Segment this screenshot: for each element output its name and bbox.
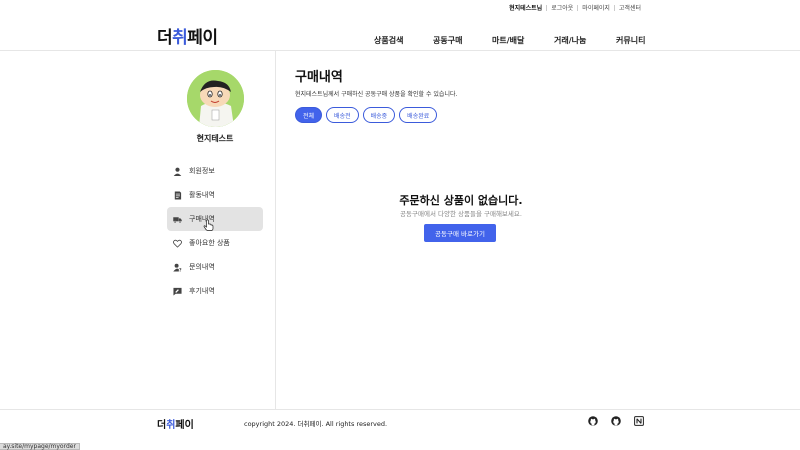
logo-text: 페이 (175, 420, 194, 431)
svg-text:?: ? (179, 267, 182, 271)
footer-divider (0, 409, 800, 410)
document-icon (173, 190, 182, 200)
filter-shipping-button[interactable]: 배송중 (362, 107, 396, 123)
sidebar-item-activity[interactable]: 활동내역 (167, 183, 263, 207)
review-icon (173, 287, 182, 296)
empty-state-subtitle: 공동구매에서 다양한 상품들을 구매해보세요. (400, 210, 522, 218)
sidebar-item-label: 후기내역 (189, 287, 215, 295)
nav-item-mart-delivery[interactable]: 마트/배달 (492, 35, 524, 46)
sidebar-item-label: 좋아요한 상품 (189, 239, 230, 247)
page-title: 구매내역 (295, 70, 343, 85)
go-to-group-buy-button[interactable]: 공동구매 바로가기 (424, 224, 496, 242)
profile-name: 현지테스트 (196, 134, 234, 143)
main-nav: 상품검색 공동구매 마트/배달 거래/나눔 커뮤니티 (0, 35, 800, 47)
heart-icon (173, 239, 182, 248)
empty-state-title: 주문하신 상품이 없습니다. (399, 194, 523, 207)
status-bar-url: ay.site/mypage/myorder (0, 443, 80, 450)
sidebar-item-inquiries[interactable]: ? 문의내역 (167, 255, 263, 279)
sidebar-item-purchase-history[interactable]: 구매내역 (167, 207, 263, 231)
user-greeting: 현지테스트님 (509, 5, 543, 12)
truck-icon (173, 215, 182, 224)
footer-links (588, 416, 644, 426)
github-icon[interactable] (588, 416, 598, 426)
sidebar-item-label: 회원정보 (189, 167, 215, 175)
github-icon[interactable] (611, 416, 621, 426)
sidebar-item-reviews[interactable]: 후기내역 (167, 279, 263, 303)
sidebar-item-liked-products[interactable]: 좋아요한 상품 (167, 231, 263, 255)
sidebar-item-label: 활동내역 (189, 191, 215, 199)
order-status-filters: 전체 배송전 배송중 배송완료 (295, 107, 438, 123)
utility-bar: 현지테스트님 로그아웃 마이페이지 고객센터 (505, 3, 645, 12)
nav-item-product-search[interactable]: 상품검색 (374, 35, 403, 46)
sidebar-menu: 회원정보 활동내역 구매내역 좋아요한 상품 ? 문의내역 후기내역 (167, 159, 263, 303)
sidebar-divider (275, 51, 276, 410)
mypage-link[interactable]: 마이페이지 (578, 3, 614, 12)
nav-item-group-buy[interactable]: 공동구매 (433, 35, 462, 46)
user-icon (173, 167, 182, 176)
logout-link[interactable]: 로그아웃 (547, 3, 577, 12)
avatar[interactable] (187, 70, 244, 127)
footer-logo[interactable]: 더취페이 (157, 416, 194, 431)
person-question-icon: ? (173, 263, 182, 272)
nav-item-community[interactable]: 커뮤니티 (616, 35, 645, 46)
customer-center-link[interactable]: 고객센터 (615, 3, 645, 12)
nav-item-trade-share[interactable]: 거래/나눔 (554, 35, 586, 46)
filter-delivered-button[interactable]: 배송완료 (399, 107, 438, 123)
sidebar-item-member-info[interactable]: 회원정보 (167, 159, 263, 183)
logo-text: 더 (157, 420, 167, 431)
avatar-image (187, 70, 244, 127)
sidebar-item-label: 문의내역 (189, 263, 215, 271)
filter-all-button[interactable]: 전체 (295, 107, 323, 123)
copyright-text: copyright 2024. 더취페이. All rights reserve… (244, 420, 388, 428)
header-divider (0, 50, 800, 51)
page-description: 현지테스트님께서 구매하신 공동구매 상품을 확인할 수 있습니다. (295, 91, 458, 98)
hand-cursor-icon (203, 219, 214, 231)
notion-icon[interactable] (634, 416, 644, 426)
filter-before-shipping-button[interactable]: 배송전 (326, 107, 359, 123)
